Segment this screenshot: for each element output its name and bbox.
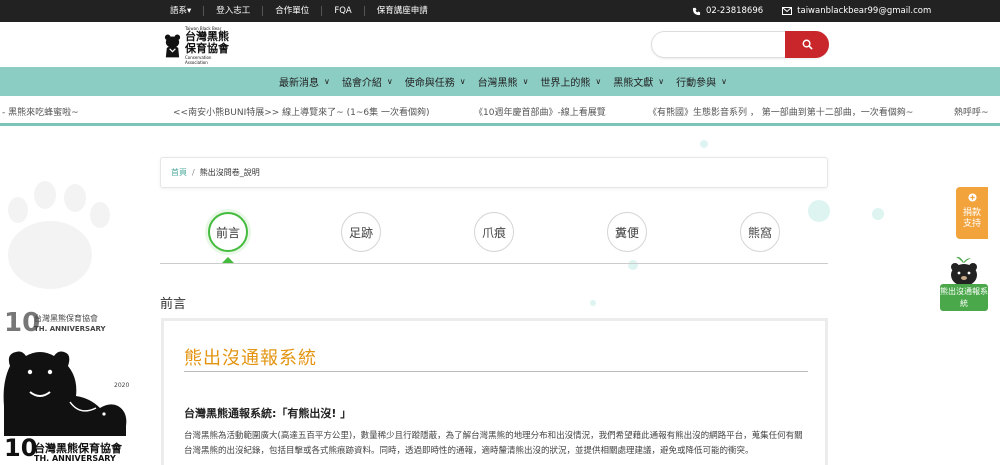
divider bbox=[184, 371, 808, 372]
card-title: 熊出沒通報系統 bbox=[184, 348, 317, 369]
donate-label: 捐款支持 bbox=[962, 208, 981, 229]
tab-label: 熊窩 bbox=[747, 225, 772, 240]
nav-label: 黑熊文獻 bbox=[613, 78, 654, 89]
anniversary-label-small: TH. ANNIVERSARY bbox=[34, 325, 106, 333]
language-menu[interactable]: 語系▾ bbox=[158, 6, 205, 16]
bear-sprout-icon bbox=[951, 256, 977, 286]
chevron-down-icon: ∨ bbox=[323, 77, 330, 86]
card-body: 台灣黑熊為活動範圍廣大(高達五百平方公里)，數量稀少且行蹤隱蔽，為了解台灣黑熊的… bbox=[184, 431, 803, 456]
email-address[interactable]: taiwanblackbear99@gmail.com bbox=[797, 6, 931, 16]
tab-intro[interactable]: 前言 bbox=[208, 212, 248, 252]
logo-line2: 保育協會 bbox=[185, 41, 229, 55]
anniversary-year: 2020 bbox=[114, 382, 130, 389]
active-tab-indicator bbox=[222, 257, 234, 263]
nav-item-world-bears[interactable]: 世界上的熊 ∨ bbox=[534, 74, 607, 89]
site-header: Taiwan Black Bear 台灣黑熊 保育協會 Conservation… bbox=[0, 22, 1000, 67]
nav-item-participate[interactable]: 行動參與 ∨ bbox=[670, 74, 733, 89]
logo-line1: 台灣黑熊 bbox=[185, 29, 229, 43]
report-label: 熊出沒通報系統 bbox=[940, 284, 988, 311]
nav-item-news[interactable]: 最新消息 ∨ bbox=[273, 74, 336, 89]
nav-label: 台灣黑熊 bbox=[477, 78, 518, 89]
tab-droppings[interactable]: 糞便 bbox=[607, 212, 647, 252]
tab-label: 糞便 bbox=[614, 225, 639, 240]
phone-number[interactable]: 02-23818696 bbox=[706, 6, 763, 16]
chevron-down-icon: ∨ bbox=[386, 77, 393, 86]
nav-item-literature[interactable]: 黑熊文獻 ∨ bbox=[607, 74, 670, 89]
logo-en-bottom: Conservation Association bbox=[185, 54, 212, 65]
bear-logo-icon bbox=[164, 34, 181, 58]
nav-label: 世界上的熊 bbox=[540, 78, 591, 89]
nav-item-mission[interactable]: 使命與任務 ∨ bbox=[399, 74, 472, 89]
bg-dot bbox=[872, 208, 884, 220]
site-logo[interactable]: Taiwan Black Bear 台灣黑熊 保育協會 Conservation… bbox=[163, 26, 233, 65]
search-icon bbox=[802, 39, 813, 50]
top-bar: 語系▾ 登入志工 合作單位 FQA 保育講座申請 02-23818696 tai… bbox=[0, 0, 1000, 22]
tab-label: 前言 bbox=[215, 225, 240, 240]
marquee-item[interactable]: <<南安小熊BUNI特展>> 線上導覽來了~ (1~6集 一次看個夠) bbox=[173, 105, 429, 118]
nav-label: 使命與任務 bbox=[404, 78, 455, 89]
phone-icon bbox=[692, 7, 701, 15]
search-box bbox=[651, 31, 829, 58]
nav-label: 最新消息 bbox=[278, 78, 319, 89]
bg-dot bbox=[700, 140, 708, 148]
tab-label: 足跡 bbox=[348, 225, 373, 240]
breadcrumb-home[interactable]: 首頁 bbox=[171, 167, 187, 178]
bg-dot bbox=[590, 300, 596, 306]
marquee-item[interactable]: 《10週年慶首部曲》-線上看展覽 bbox=[474, 105, 606, 118]
section-tabs: 前言 足跡 爪痕 糞便 熊窩 bbox=[160, 208, 828, 264]
chevron-down-icon: ∨ bbox=[658, 77, 665, 86]
paw-print-icon bbox=[8, 181, 110, 289]
partners-link[interactable]: 合作單位 bbox=[263, 6, 323, 16]
contact-info: 02-23818696 taiwanblackbear99@gmail.com bbox=[692, 0, 931, 22]
anniversary-badge[interactable]: 10 台灣黑熊保育協會 TH. ANNIVERSARY 2020 10 台灣黑熊… bbox=[0, 308, 140, 465]
logo-text: Taiwan Black Bear 台灣黑熊 保育協會 Conservation… bbox=[185, 26, 233, 65]
tab-footprints[interactable]: 足跡 bbox=[341, 212, 381, 252]
section-title: 前言 bbox=[160, 297, 187, 312]
search-input[interactable] bbox=[662, 36, 782, 54]
chevron-down-icon: ∨ bbox=[595, 77, 602, 86]
tab-claw-marks[interactable]: 爪痕 bbox=[474, 212, 514, 252]
donate-button[interactable]: 捐款支持 bbox=[956, 187, 988, 239]
search-button[interactable] bbox=[785, 31, 829, 58]
main-nav: 最新消息 ∨ 協會介紹 ∨ 使命與任務 ∨ 台灣黑熊 ∨ 世界上的熊 ∨ 黑熊文獻 ∨ 行動… bbox=[0, 67, 1000, 96]
breadcrumb-current: 熊出沒問卷_說明 bbox=[199, 168, 260, 177]
anniversary-ten-big: 10 bbox=[4, 434, 38, 462]
chevron-down-icon: ∨ bbox=[522, 77, 529, 86]
chevron-down-icon: ∨ bbox=[721, 77, 727, 86]
marquee-item[interactable]: - 黑熊來吃蜂蜜啦~ bbox=[2, 105, 79, 118]
anniversary-label-big: TH. ANNIVERSARY bbox=[34, 454, 116, 463]
plus-circle-icon bbox=[967, 193, 977, 202]
lecture-request-link[interactable]: 保育講座申請 bbox=[365, 6, 440, 16]
tab-label: 爪痕 bbox=[481, 225, 506, 240]
chevron-down-icon: ∨ bbox=[459, 77, 466, 86]
breadcrumb: 首頁 / 熊出沒問卷_說明 bbox=[160, 157, 828, 188]
bear-report-button[interactable]: 熊出沒通報系統 bbox=[940, 255, 988, 311]
breadcrumb-separator: / bbox=[192, 168, 195, 177]
nav-label: 協會介紹 bbox=[341, 78, 382, 89]
nav-item-about[interactable]: 協會介紹 ∨ bbox=[336, 74, 399, 89]
top-links: 語系▾ 登入志工 合作單位 FQA 保育講座申請 bbox=[158, 0, 440, 22]
marquee-item[interactable]: 熱呼呼~ bbox=[954, 105, 989, 118]
tab-bear-nest[interactable]: 熊窩 bbox=[740, 212, 780, 252]
anniversary-org-small: 台灣黑熊保育協會 bbox=[34, 314, 98, 323]
marquee-item[interactable]: 《有熊國》生態影音系列 ， 第一部曲到第十二部曲，一次看個夠~ bbox=[648, 105, 913, 118]
card-subtitle: 台灣黑熊通報系統:「有熊出沒! 」 bbox=[184, 407, 352, 420]
email-icon bbox=[782, 7, 793, 15]
nav-label: 行動參與 bbox=[676, 78, 717, 89]
volunteer-login-link[interactable]: 登入志工 bbox=[204, 6, 264, 16]
faq-link[interactable]: FQA bbox=[322, 6, 365, 16]
content-card: 熊出沒通報系統 台灣黑熊通報系統:「有熊出沒! 」 台灣黑熊為活動範圍廣大(高達… bbox=[161, 318, 828, 465]
nav-item-taiwan-bear[interactable]: 台灣黑熊 ∨ bbox=[472, 74, 535, 89]
news-marquee: - 黑熊來吃蜂蜜啦~ <<南安小熊BUNI特展>> 線上導覽來了~ (1~6集 … bbox=[0, 96, 1000, 126]
